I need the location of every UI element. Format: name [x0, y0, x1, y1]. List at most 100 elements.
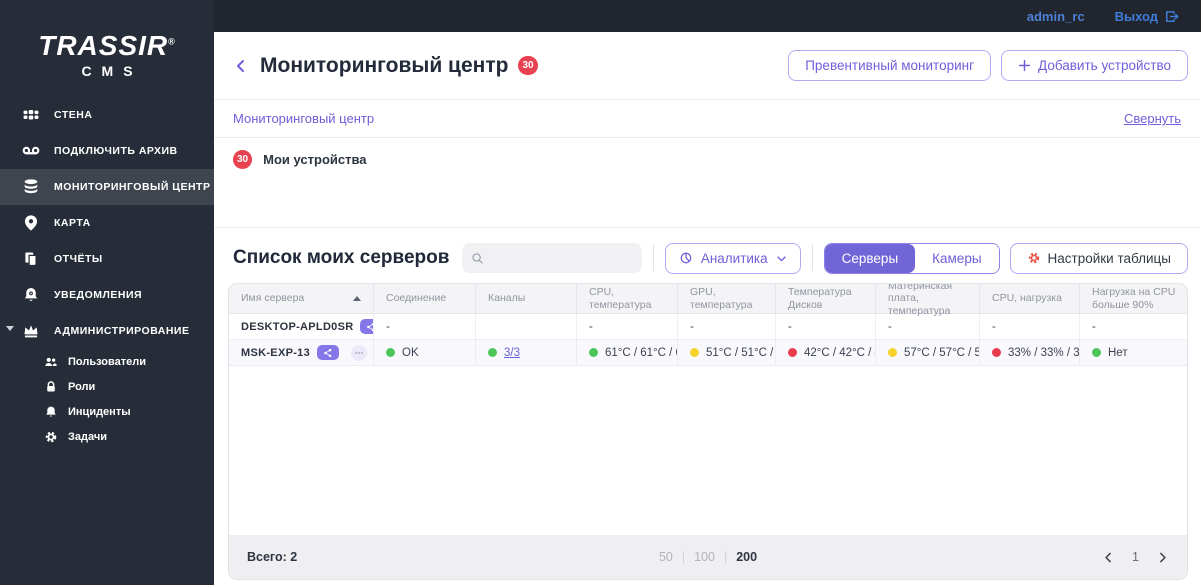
search-input[interactable] [490, 250, 633, 266]
collapse-link[interactable]: Свернуть [1124, 111, 1181, 126]
page-size-option-200[interactable]: 200 [736, 550, 757, 564]
sidebar-item-label: МОНИТОРИНГОВЫЙ ЦЕНТР [54, 181, 211, 193]
sidebar-item-label: КАРТА [54, 217, 91, 229]
sidebar-nav: СТЕНА ПОДКЛЮЧИТЬ АРХИВ МОНИТОРИНГОВЫЙ ЦЕ… [0, 97, 214, 449]
page-title: Мониторинговый центр [260, 53, 509, 77]
column-header-server-name[interactable]: Имя сервера [229, 284, 374, 313]
cell-connection: - [386, 320, 390, 333]
column-header-disk-temp[interactable]: Температура Дисков [776, 284, 876, 313]
tab-servers[interactable]: Серверы [824, 243, 916, 273]
server-table-card: Имя сервера Соединение Каналы CPU, темпе… [228, 283, 1188, 580]
page-size-selector: 50 | 100 | 200 [659, 550, 757, 564]
column-header-gpu-temp[interactable]: GPU, температура [678, 284, 776, 313]
database-icon [22, 178, 40, 196]
lock-icon [44, 380, 58, 394]
status-dot [386, 348, 395, 357]
sidebar-item-label: АДМИНИСТРИРОВАНИЕ [54, 325, 190, 337]
sidebar-item-reports[interactable]: ОТЧЁТЫ [0, 241, 214, 277]
sidebar-subitem-roles[interactable]: Роли [0, 374, 214, 399]
preventive-monitoring-button[interactable]: Превентивный мониторинг [788, 50, 992, 81]
sidebar-item-wall[interactable]: СТЕНА [0, 97, 214, 133]
server-list-toolbar: Список моих серверов Аналитика Серверы К… [228, 237, 1188, 279]
current-user[interactable]: admin_rc [1027, 9, 1085, 24]
tab-cameras[interactable]: Камеры [915, 243, 999, 273]
cell-cpu-overload: - [1092, 320, 1096, 333]
sidebar-item-administration[interactable]: АДМИНИСТРИРОВАНИЕ [0, 313, 214, 349]
sidebar-subitem-incidents[interactable]: Инциденты [0, 399, 214, 424]
cell-gpu-temp: - [690, 320, 694, 333]
table-row[interactable]: MSK-EXP-13 OK 3/3 61°C / 61°C / 51°C / 5… [229, 340, 1187, 366]
status-dot [589, 348, 598, 357]
share-button[interactable] [317, 345, 340, 360]
next-page-button[interactable] [1156, 551, 1169, 564]
channels-link[interactable]: 3/3 [504, 347, 520, 359]
column-header-cpu-temp[interactable]: CPU, температура [577, 284, 678, 313]
cell-cpu-load: - [992, 320, 996, 333]
server-list-title: Список моих серверов [233, 247, 450, 268]
app-window: admin_rc Выход TRASSIR® CMS СТЕНА ПОДКЛЮ… [0, 0, 1201, 588]
pagination: 1 [1102, 550, 1169, 564]
sidebar-item-label: ОТЧЁТЫ [54, 253, 103, 265]
cell-cpu-overload: Нет [1108, 346, 1128, 359]
gear-icon [44, 430, 58, 444]
crown-icon [22, 322, 40, 340]
sidebar-item-label: ПОДКЛЮЧИТЬ АРХИВ [54, 145, 178, 157]
table-row[interactable]: DESKTOP-APLD0SR - - - - - - - [229, 314, 1187, 340]
analytics-pie-icon [680, 252, 692, 264]
status-dot [888, 348, 897, 357]
table-header-row: Имя сервера Соединение Каналы CPU, темпе… [229, 284, 1187, 317]
reports-icon [22, 250, 40, 268]
preventive-monitoring-label: Превентивный мониторинг [805, 58, 975, 73]
cell-gpu-temp: 51°C / 51°C / 51°C [706, 346, 775, 359]
sidebar-item-monitoring-center[interactable]: МОНИТОРИНГОВЫЙ ЦЕНТР [0, 169, 214, 205]
toolbar-divider [652, 245, 654, 271]
sidebar-item-connect-archive[interactable]: ПОДКЛЮЧИТЬ АРХИВ [0, 133, 214, 169]
users-icon [44, 355, 58, 369]
analytics-dropdown-button[interactable]: Аналитика [664, 242, 801, 274]
sidebar-item-map[interactable]: КАРТА [0, 205, 214, 241]
back-button[interactable] [228, 53, 254, 79]
page-size-option-100[interactable]: 100 [694, 550, 715, 564]
cell-disk-temp: - [788, 320, 792, 333]
cell-board-temp: 57°C / 57°C / 57°C [904, 346, 979, 359]
more-actions-button[interactable] [351, 344, 368, 361]
view-tabs: Серверы Камеры [823, 242, 1000, 274]
sort-ascending-icon [353, 296, 361, 301]
sidebar-item-label: УВЕДОМЛЕНИЯ [54, 289, 143, 301]
column-header-connection[interactable]: Соединение [374, 284, 476, 313]
sidebar-subitem-tasks[interactable]: Задачи [0, 424, 214, 449]
cell-disk-temp: 42°C / 42°C / 42°C [804, 346, 875, 359]
sidebar-subitem-label: Задачи [68, 430, 107, 443]
sidebar-subitem-users[interactable]: Пользователи [0, 349, 214, 374]
table-settings-button[interactable]: Настройки таблицы [1009, 242, 1188, 274]
breadcrumb-item-monitoring-center[interactable]: Мониторинговый центр [233, 111, 374, 126]
share-nodes-icon [367, 322, 373, 331]
add-device-button[interactable]: Добавить устройство [1001, 50, 1188, 81]
share-button[interactable] [360, 319, 373, 334]
logout-button[interactable]: Выход [1115, 9, 1179, 24]
search-box [461, 243, 642, 273]
column-header-cpu-load[interactable]: CPU, нагрузка [980, 284, 1080, 313]
my-devices-group[interactable]: 30 Мои устройства [214, 138, 1201, 181]
column-header-board-temp[interactable]: Материнская плата, температура [876, 284, 980, 317]
analytics-label: Аналитика [700, 250, 768, 266]
status-dot [690, 348, 699, 357]
column-header-cpu-overload[interactable]: Нагрузка на CPU больше 90% [1080, 284, 1187, 313]
plus-icon [1018, 59, 1031, 72]
chevron-left-icon [1105, 552, 1111, 562]
tab-servers-label: Серверы [841, 250, 899, 266]
brand-logo: TRASSIR® CMS [0, 0, 214, 81]
sidebar-item-notifications[interactable]: УВЕДОМЛЕНИЯ [0, 277, 214, 313]
ellipsis-icon [355, 351, 363, 354]
cell-cpu-temp: 61°C / 61°C / 61°C [605, 346, 677, 359]
sidebar-subitem-label: Роли [68, 380, 96, 393]
total-count-label: Всего: 2 [247, 550, 298, 564]
server-name: MSK-EXP-13 [241, 346, 311, 359]
page-size-option-50[interactable]: 50 [659, 550, 673, 564]
wall-icon [22, 106, 40, 124]
previous-page-button[interactable] [1102, 551, 1115, 564]
chevron-right-icon [1160, 552, 1166, 562]
column-header-channels[interactable]: Каналы [476, 284, 577, 313]
section-divider [214, 227, 1201, 228]
current-page-number: 1 [1132, 550, 1139, 564]
